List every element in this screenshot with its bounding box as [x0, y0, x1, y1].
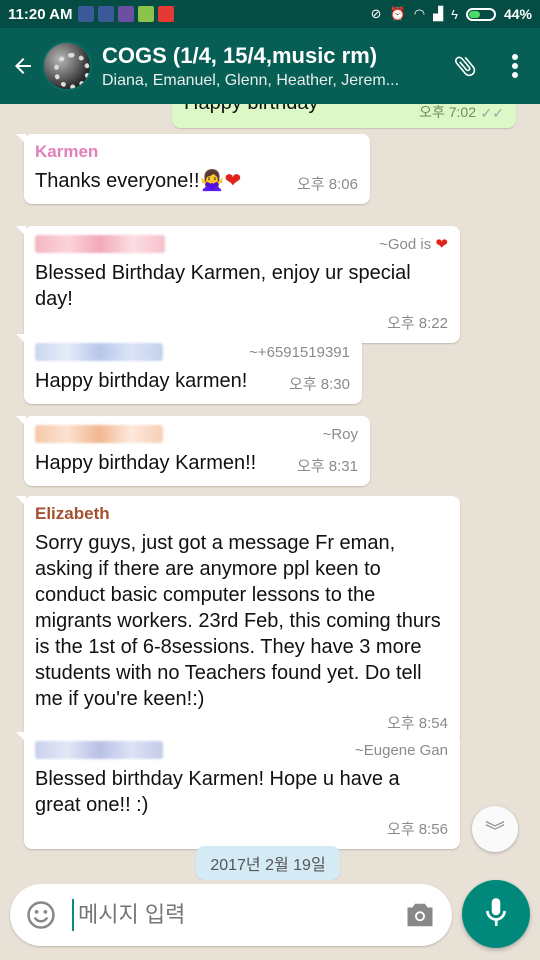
heart-emoji: ❤ [435, 236, 448, 253]
group-title: COGS (1/4, 15/4,music rm) [102, 42, 378, 68]
message-time: 오후 8:30 [289, 376, 350, 393]
message-time: 오후 8:56 [387, 821, 448, 838]
group-info[interactable]: COGS (1/4, 15/4,music rm) Diana, Emanuel… [102, 43, 440, 90]
message-text: Happy birthday Karmen!! [35, 452, 257, 474]
battery-icon [465, 7, 496, 21]
message-text: Sorry guys, just got a message Fr eman, … [35, 532, 441, 710]
mute-icon: ⊘ [370, 6, 382, 21]
message-time: 오후 8:22 [387, 315, 448, 332]
redacted-sender-name [35, 235, 165, 253]
message-composer [10, 884, 452, 946]
message-time: 오후 8:06 [297, 176, 358, 193]
microphone-button[interactable] [462, 880, 530, 948]
incoming-message[interactable]: ~God is ❤ Blessed Birthday Karmen, enjoy… [16, 226, 460, 343]
message-input[interactable] [74, 902, 400, 928]
redacted-sender-name [35, 343, 163, 361]
battery-percent: 44% [503, 6, 532, 22]
sender-alias: ~Eugene Gan [355, 741, 448, 759]
redacted-sender-name [35, 425, 163, 443]
no-gesture-emoji: 🙅‍♀️ [199, 170, 225, 192]
incoming-message[interactable]: ~Roy Happy birthday Karmen!! 오후 8:31 [16, 416, 370, 486]
camera-icon[interactable] [400, 895, 440, 935]
message-time: 오후 8:54 [387, 715, 448, 732]
app-icon [118, 6, 135, 22]
message-text: Blessed Birthday Karmen, enjoy ur specia… [35, 262, 411, 310]
status-time: 11:20 AM [8, 5, 73, 23]
double-chevron-down-icon: ︾ [485, 820, 505, 843]
emoji-icon[interactable] [22, 896, 60, 934]
message-text: Happy birthday karmen! [35, 370, 248, 392]
chat-header: COGS (1/4, 15/4,music rm) Diana, Emanuel… [0, 28, 540, 104]
facebook-icon [78, 6, 95, 22]
wifi-icon: ◠ [413, 6, 426, 21]
chat-area: Happy birthday 오후 7:02 ✓✓ Karmen Thanks … [0, 104, 540, 880]
message-text: Blessed birthday Karmen! Hope u have a g… [35, 768, 400, 816]
sender-alias: ~God is [379, 236, 432, 253]
incoming-message[interactable]: ~Eugene Gan Blessed birthday Karmen! Hop… [16, 732, 460, 849]
sender-name: Elizabeth [35, 504, 110, 523]
incoming-message[interactable]: ~+6591519391 Happy birthday karmen! 오후 8… [16, 334, 362, 404]
app-icon [158, 6, 175, 22]
charging-icon: ϟ [451, 6, 458, 22]
message-text: Thanks everyone!! [35, 170, 200, 192]
facebook-icon [98, 6, 115, 22]
scroll-to-bottom-button[interactable]: ︾ [472, 806, 518, 852]
app-icon [138, 6, 155, 22]
sender-alias: ~Roy [322, 425, 358, 443]
incoming-message[interactable]: Elizabeth Sorry guys, just got a message… [16, 496, 460, 743]
more-options-icon[interactable] [490, 28, 540, 104]
group-members: Diana, Emanuel, Glenn, Heather, Jerem... [102, 71, 400, 89]
microphone-icon [483, 896, 509, 933]
paperclip-icon[interactable] [440, 28, 490, 104]
message-time: 오후 7:02 [419, 104, 476, 120]
message-time: 오후 8:31 [297, 458, 358, 475]
signal-icon: ▟ [433, 6, 444, 21]
heart-emoji: ❤ [224, 170, 242, 192]
message-text: Happy birthday [184, 104, 319, 114]
redacted-sender-name [35, 741, 163, 759]
group-avatar[interactable] [42, 41, 92, 91]
incoming-message[interactable]: Karmen Thanks everyone!!🙅‍♀️❤ 오후 8:06 [16, 134, 370, 204]
read-ticks-icon: ✓✓ [480, 105, 504, 121]
alarm-icon: ⏰ [389, 6, 406, 21]
status-bar: 11:20 AM ⊘ ⏰ ◠ ▟ ϟ 44% [0, 0, 540, 28]
sender-name: Karmen [35, 142, 99, 161]
date-divider: 2017년 2월 19일 [196, 846, 340, 880]
back-arrow-icon[interactable] [4, 28, 42, 104]
sender-alias: ~+6591519391 [249, 343, 350, 361]
outgoing-message[interactable]: Happy birthday 오후 7:02 ✓✓ [172, 104, 516, 128]
